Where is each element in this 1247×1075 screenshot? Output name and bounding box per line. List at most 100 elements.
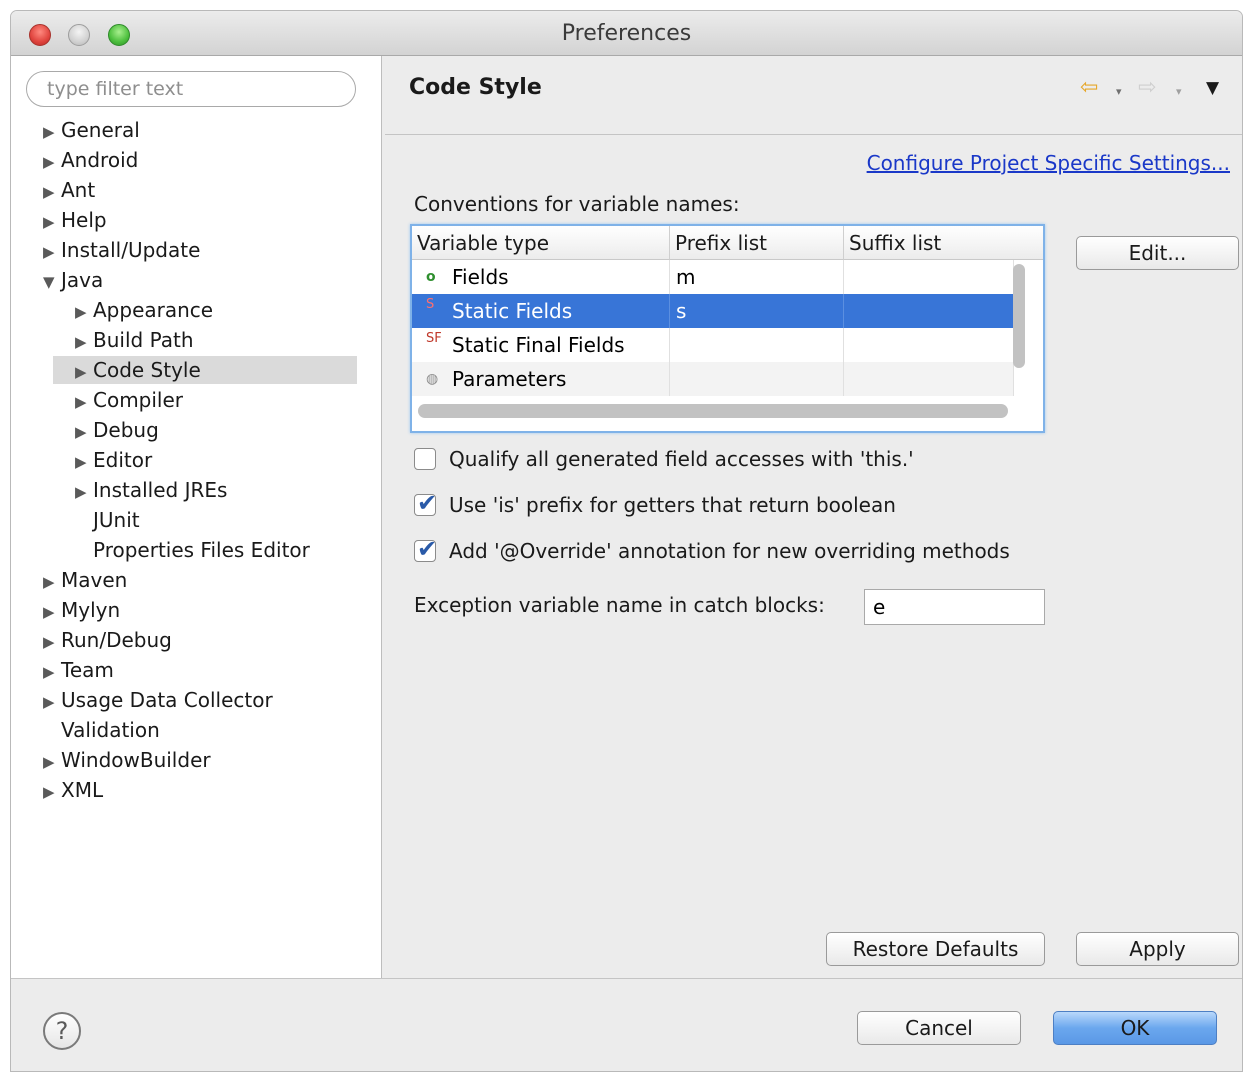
tree-item-installed-jres[interactable]: ▶ Installed JREs — [75, 476, 227, 504]
help-icon[interactable]: ? — [43, 1012, 81, 1050]
tree-item-label: Maven — [61, 568, 128, 592]
apply-button[interactable]: Apply — [1076, 932, 1239, 966]
configure-project-settings-link[interactable]: Configure Project Specific Settings... — [867, 151, 1230, 175]
preferences-window: Preferences ▶General▶Android▶Ant▶Help▶In… — [10, 10, 1243, 1072]
column-header-suffix-list[interactable]: Suffix list — [844, 226, 1043, 260]
forward-arrow-icon[interactable]: ⇨ — [1138, 76, 1156, 100]
prefix-cell[interactable]: s — [670, 294, 844, 328]
prefix-cell[interactable] — [670, 362, 844, 396]
collapsed-arrow-icon[interactable]: ▶ — [75, 388, 93, 416]
table-row[interactable]: S Static Fields s — [412, 294, 1014, 328]
prefix-cell[interactable]: m — [670, 260, 844, 294]
tree-item-label: Java — [61, 268, 104, 292]
tree-item-team[interactable]: ▶ Team — [43, 656, 114, 684]
table-vertical-scrollbar[interactable] — [1013, 264, 1025, 368]
tree-item-label: JUnit — [93, 508, 140, 532]
tree-item-debug[interactable]: ▶ Debug — [75, 416, 159, 444]
ok-button[interactable]: OK — [1053, 1011, 1217, 1045]
collapsed-arrow-icon[interactable]: ▶ — [75, 478, 93, 506]
collapsed-arrow-icon[interactable]: ▶ — [75, 298, 93, 326]
tree-item-maven[interactable]: ▶ Maven — [43, 566, 127, 594]
tree-item-label: General — [61, 118, 140, 142]
tree-item-run-debug[interactable]: ▶ Run/Debug — [43, 626, 172, 654]
variable-type-cell: Static Fields — [452, 299, 573, 323]
variable-type-cell: Parameters — [452, 367, 567, 391]
suffix-cell[interactable] — [844, 328, 1014, 362]
tree-item-label: Help — [61, 208, 107, 232]
variable-conventions-table[interactable]: Variable type Prefix list Suffix list o … — [410, 224, 1045, 433]
collapsed-arrow-icon[interactable]: ▶ — [75, 328, 93, 356]
tree-item-usage-data-collector[interactable]: ▶ Usage Data Collector — [43, 686, 273, 714]
tree-item-build-path[interactable]: ▶ Build Path — [75, 326, 194, 354]
collapsed-arrow-icon[interactable]: ▶ — [43, 778, 61, 806]
expanded-arrow-icon[interactable]: ▼ — [43, 268, 61, 296]
tree-item-label: Debug — [93, 418, 159, 442]
table-row[interactable]: SF Static Final Fields — [412, 328, 1014, 362]
collapsed-arrow-icon[interactable]: ▶ — [43, 178, 61, 206]
tree-item-validation[interactable]: Validation — [43, 716, 160, 744]
back-history-chevron-icon[interactable]: ▾ — [1116, 80, 1122, 104]
tree-item-install-update[interactable]: ▶ Install/Update — [43, 236, 200, 264]
collapsed-arrow-icon[interactable]: ▶ — [43, 628, 61, 656]
tree-item-android[interactable]: ▶ Android — [43, 146, 138, 174]
collapsed-arrow-icon[interactable]: ▶ — [43, 688, 61, 716]
collapsed-arrow-icon[interactable]: ▶ — [43, 658, 61, 686]
checkbox-label: Use 'is' prefix for getters that return … — [449, 493, 896, 517]
tree-item-junit[interactable]: JUnit — [75, 506, 140, 534]
table-horizontal-scrollbar[interactable] — [418, 404, 1008, 418]
tree-item-ant[interactable]: ▶ Ant — [43, 176, 95, 204]
window-title: Preferences — [561, 21, 692, 46]
cancel-button[interactable]: Cancel — [857, 1011, 1021, 1045]
collapsed-arrow-icon[interactable]: ▶ — [43, 748, 61, 776]
override-annotation-checkbox[interactable]: ✔ — [414, 535, 437, 563]
tree-item-help[interactable]: ▶ Help — [43, 206, 107, 234]
table-row[interactable]: ◍ Parameters — [412, 362, 1014, 396]
tree-item-xml[interactable]: ▶ XML — [43, 776, 103, 804]
tree-item-label: XML — [61, 778, 104, 802]
tree-item-editor[interactable]: ▶ Editor — [75, 446, 152, 474]
back-arrow-icon[interactable]: ⇦ — [1080, 76, 1098, 100]
collapsed-arrow-icon[interactable]: ▶ — [43, 208, 61, 236]
tree-item-code-style[interactable]: ▶ Code Style — [53, 356, 357, 384]
tree-item-appearance[interactable]: ▶ Appearance — [75, 296, 213, 324]
suffix-cell[interactable] — [844, 260, 1014, 294]
column-header-variable-type[interactable]: Variable type — [412, 226, 670, 260]
tree-item-label: Android — [61, 148, 139, 172]
tree-item-label: Appearance — [93, 298, 214, 322]
collapsed-arrow-icon[interactable]: ▶ — [43, 118, 61, 146]
collapsed-arrow-icon[interactable]: ▶ — [75, 358, 93, 386]
collapsed-arrow-icon[interactable]: ▶ — [43, 568, 61, 596]
collapsed-arrow-icon[interactable]: ▶ — [43, 238, 61, 266]
tree-item-windowbuilder[interactable]: ▶ WindowBuilder — [43, 746, 211, 774]
is-prefix-checkbox[interactable]: ✔ — [414, 489, 437, 517]
restore-defaults-button[interactable]: Restore Defaults — [826, 932, 1045, 966]
filter-input[interactable] — [26, 71, 356, 107]
prefix-cell[interactable] — [670, 328, 844, 362]
suffix-cell[interactable] — [844, 362, 1014, 396]
collapsed-arrow-icon[interactable]: ▶ — [75, 448, 93, 476]
tree-item-properties-files-editor[interactable]: Properties Files Editor — [75, 536, 310, 564]
dialog-footer: ? Cancel OK — [11, 978, 1242, 1071]
collapsed-arrow-icon[interactable]: ▶ — [43, 598, 61, 626]
tree-item-mylyn[interactable]: ▶ Mylyn — [43, 596, 120, 624]
table-row[interactable]: o Fields m — [412, 260, 1014, 294]
tree-item-compiler[interactable]: ▶ Compiler — [75, 386, 183, 414]
exception-variable-label: Exception variable name in catch blocks: — [414, 593, 825, 617]
collapsed-arrow-icon[interactable]: ▶ — [75, 418, 93, 446]
tree-item-java[interactable]: ▼ Java — [43, 266, 103, 294]
view-menu-icon[interactable]: ▼ — [1206, 76, 1219, 100]
exception-variable-input[interactable] — [864, 589, 1045, 625]
preferences-sidebar: ▶General▶Android▶Ant▶Help▶Install/Update… — [11, 56, 382, 978]
edit-button[interactable]: Edit... — [1076, 236, 1239, 270]
preference-page: Code Style ⇦ ▾ ⇨ ▾ ▼ Configure Project S… — [382, 56, 1242, 978]
forward-history-chevron-icon[interactable]: ▾ — [1176, 80, 1182, 104]
column-header-prefix-list[interactable]: Prefix list — [670, 226, 844, 260]
collapsed-arrow-icon[interactable]: ▶ — [43, 148, 61, 176]
suffix-cell[interactable] — [844, 294, 1014, 328]
tree-item-label: Team — [61, 658, 114, 682]
variable-type-cell: Fields — [452, 265, 509, 289]
tree-item-label: Editor — [93, 448, 153, 472]
qualify-this-checkbox[interactable] — [414, 448, 436, 470]
field-icon: o — [426, 269, 436, 285]
tree-item-general[interactable]: ▶ General — [43, 116, 140, 144]
